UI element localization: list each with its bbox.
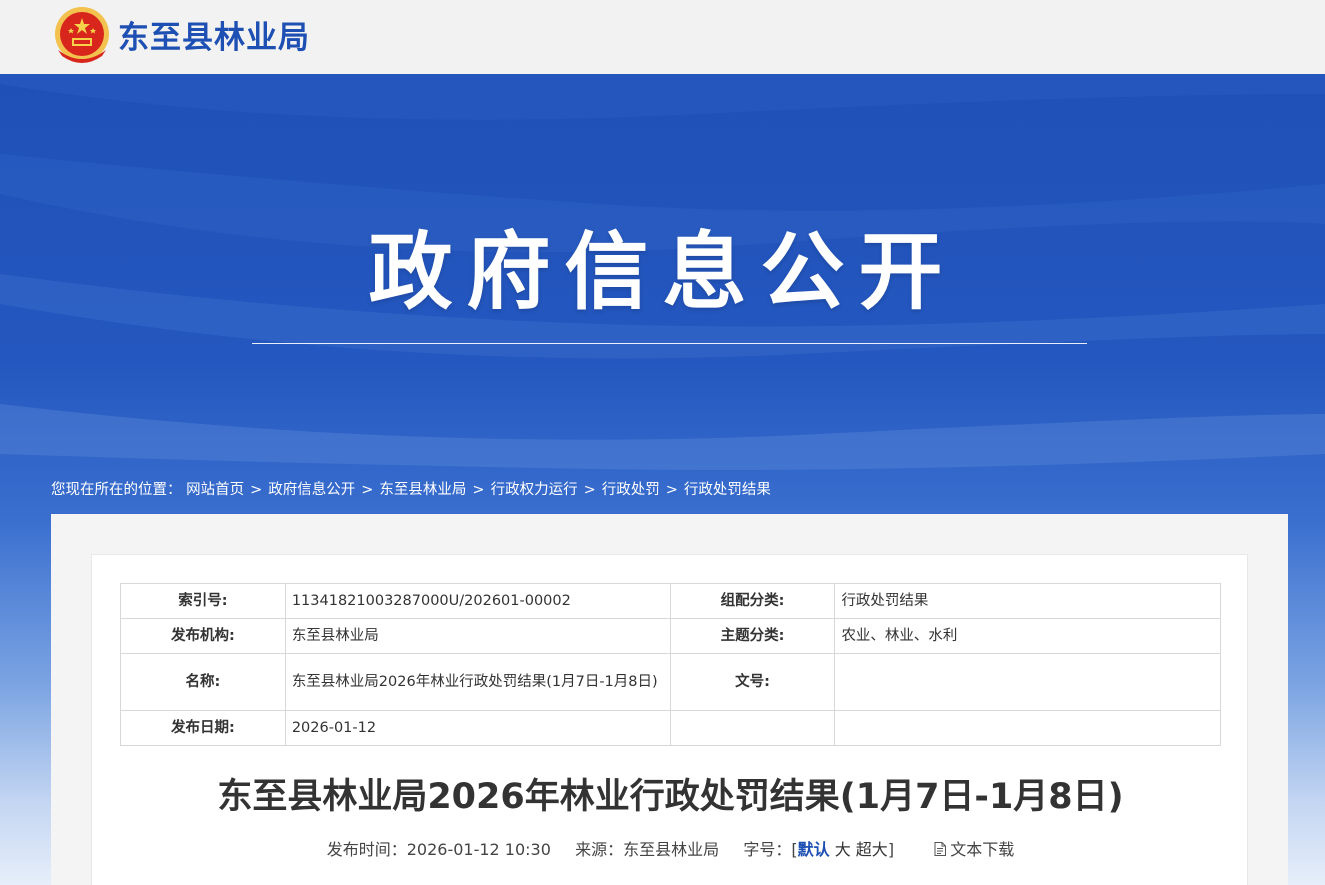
breadcrumb: 您现在所在的位置： 网站首页 > 政府信息公开 > 东至县林业局 > 行政权力运行 > 行政处罚… — [51, 480, 771, 500]
date-value: 2026-01-12 — [284, 710, 671, 746]
table-row: 发布日期: 2026-01-12 — [120, 710, 1221, 746]
font-size-default-button[interactable]: 默认 — [798, 840, 830, 859]
index-value: 11341821003287000U/202601-00002 — [284, 583, 671, 619]
breadcrumb-gov-info[interactable]: 政府信息公开 — [268, 482, 355, 498]
index-label: 索引号: — [120, 583, 286, 619]
name-label: 名称: — [120, 653, 286, 711]
breadcrumb-separator: > — [583, 482, 596, 498]
source-label: 来源： — [575, 840, 624, 859]
article-info-bar: 发布时间：2026-01-12 10:30 来源：东至县林业局 字号：[默认 大… — [92, 839, 1249, 861]
download-text-label[interactable]: 文本下载 — [950, 840, 1014, 859]
breadcrumb-prefix: 您现在所在的位置： — [51, 482, 182, 498]
topic-value: 农业、林业、水利 — [834, 618, 1221, 654]
publish-time: 2026-01-12 10:30 — [406, 840, 551, 859]
breadcrumb-admin-power[interactable]: 行政权力运行 — [491, 482, 578, 498]
content-panel: 索引号: 11341821003287000U/202601-00002 组配分… — [51, 514, 1288, 885]
docno-label: 文号: — [669, 653, 836, 711]
breadcrumb-separator: > — [361, 482, 374, 498]
category-value: 行政处罚结果 — [834, 583, 1221, 619]
site-header: 东至县林业局 — [0, 0, 1325, 74]
docno-value — [834, 653, 1221, 711]
breadcrumb-admin-penalty[interactable]: 行政处罚 — [602, 482, 660, 498]
metadata-table: 索引号: 11341821003287000U/202601-00002 组配分… — [120, 583, 1221, 746]
publish-time-label: 发布时间： — [326, 840, 407, 859]
breadcrumb-bureau[interactable]: 东至县林业局 — [379, 482, 466, 498]
font-size-xlarge-button[interactable]: 超大 — [856, 840, 888, 859]
breadcrumb-home[interactable]: 网站首页 — [186, 482, 244, 498]
font-size-label: 字号：[ — [743, 840, 798, 859]
breadcrumb-separator: > — [472, 482, 485, 498]
breadcrumb-separator: > — [665, 482, 678, 498]
banner-title: 政府信息公开 — [368, 223, 957, 321]
publisher-value: 东至县林业局 — [284, 618, 671, 654]
breadcrumb-penalty-results[interactable]: 行政处罚结果 — [684, 482, 771, 498]
table-row: 名称: 东至县林业局2026年林业行政处罚结果(1月7日-1月8日) 文号: — [120, 653, 1221, 711]
table-row: 索引号: 11341821003287000U/202601-00002 组配分… — [120, 583, 1221, 619]
empty-cell — [669, 710, 836, 746]
banner-divider — [252, 343, 1087, 344]
category-label: 组配分类: — [669, 583, 836, 619]
site-name[interactable]: 东至县林业局 — [118, 18, 310, 58]
name-value: 东至县林业局2026年林业行政处罚结果(1月7日-1月8日) — [284, 653, 671, 711]
download-text-button[interactable]: 文本下载 — [934, 840, 1014, 859]
topic-label: 主题分类: — [669, 618, 836, 654]
empty-cell — [834, 710, 1221, 746]
breadcrumb-separator: > — [250, 482, 263, 498]
article-paper: 索引号: 11341821003287000U/202601-00002 组配分… — [91, 554, 1248, 885]
document-icon — [934, 842, 947, 856]
article-title: 东至县林业局2026年林业行政处罚结果(1月7日-1月8日) — [217, 777, 1124, 817]
font-size-close: ] — [887, 840, 895, 859]
national-emblem-icon[interactable] — [52, 6, 112, 68]
font-size-large-button[interactable]: 大 — [835, 840, 851, 859]
table-row: 发布机构: 东至县林业局 主题分类: 农业、林业、水利 — [120, 618, 1221, 654]
source-value: 东至县林业局 — [623, 840, 720, 859]
date-label: 发布日期: — [120, 710, 286, 746]
publisher-label: 发布机构: — [120, 618, 286, 654]
